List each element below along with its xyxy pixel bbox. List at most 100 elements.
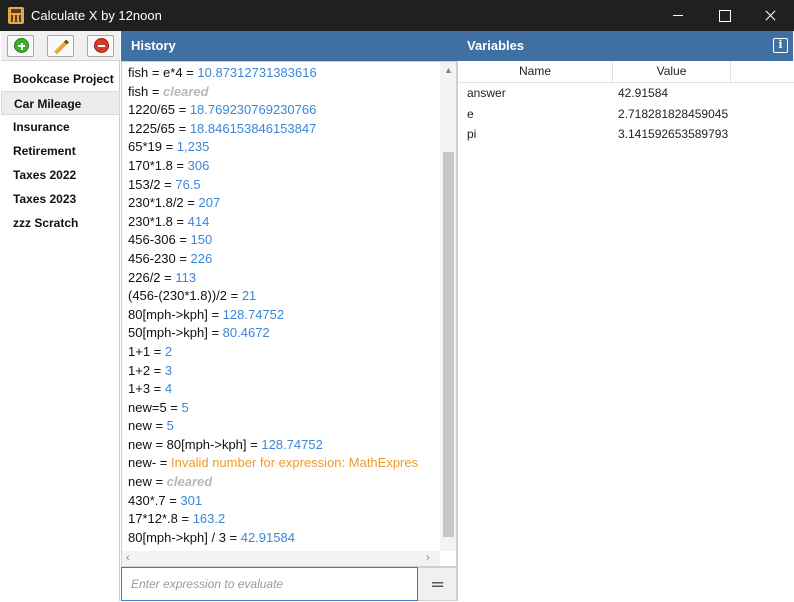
window-title: Calculate X by 12noon <box>31 8 162 23</box>
history-line[interactable]: 153/2 = 76.5 <box>128 176 440 195</box>
add-workspace-button[interactable] <box>7 35 34 57</box>
history-line[interactable]: 1+3 = 4 <box>128 380 440 399</box>
scroll-left-arrow-icon[interactable]: ‹ <box>126 552 130 564</box>
history-line[interactable]: 80[mph->kph] / 3 = 42.91584 <box>128 529 440 548</box>
history-line[interactable]: (456-(230*1.8))/2 = 21 <box>128 287 440 306</box>
title-bar: Calculate X by 12noon <box>0 0 794 31</box>
history-line[interactable]: new- = Invalid number for expression: Ma… <box>128 454 440 473</box>
workspace-item[interactable]: Taxes 2023 <box>1 187 120 211</box>
history-result: 18.846153846153847 <box>189 120 317 136</box>
history-line[interactable]: new = cleared <box>128 473 440 492</box>
vertical-scroll-thumb[interactable] <box>443 152 454 537</box>
history-expression: 80[mph->kph] / 3 = <box>128 529 241 545</box>
column-header-name[interactable]: Name <box>458 61 613 82</box>
history-line[interactable]: 1225/65 = 18.846153846153847 <box>128 120 440 139</box>
history-line[interactable]: 226/2 = 113 <box>128 269 440 288</box>
history-expression: 153/2 = <box>128 176 176 192</box>
variable-name: answer <box>467 86 506 100</box>
equals-icon: = <box>430 574 446 595</box>
history-line[interactable]: 1220/65 = 18.769230769230766 <box>128 101 440 120</box>
history-result: 207 <box>198 195 221 211</box>
history-result: 301 <box>180 492 203 508</box>
history-expression: 1220/65 = <box>128 102 190 118</box>
history-result: cleared <box>163 83 209 99</box>
history-line[interactable]: 65*19 = 1,235 <box>128 138 440 157</box>
history-line[interactable]: new = 5 <box>128 417 440 436</box>
history-line[interactable]: fish = cleared <box>128 83 440 102</box>
history-line[interactable]: fish = e*4 = 10.87312731383616 <box>128 64 440 83</box>
calculator-icon <box>8 7 24 24</box>
history-line[interactable]: new=5 = 5 <box>128 399 440 418</box>
history-expression: 1225/65 = <box>128 120 190 136</box>
history-line[interactable]: 456-230 = 226 <box>128 250 440 269</box>
history-line[interactable]: 50[mph->kph] = 80.4672 <box>128 324 440 343</box>
workspace-item[interactable]: Taxes 2022 <box>1 163 120 187</box>
history-expression: 230*1.8 = <box>128 213 188 229</box>
history-line[interactable]: new = 80[mph->kph] = 128.74752 <box>128 436 440 455</box>
history-line[interactable]: 1+2 = 3 <box>128 362 440 381</box>
column-header-value[interactable]: Value <box>613 61 731 82</box>
expression-input[interactable] <box>122 568 417 600</box>
history-expression: 1+2 = <box>128 362 165 378</box>
history-list[interactable]: fish = e*4 = 10.87312731383616 fish = cle… <box>121 61 457 567</box>
history-line[interactable]: 80[mph->kph] = 128.74752 <box>128 306 440 325</box>
history-line[interactable]: 456-306 = 150 <box>128 231 440 250</box>
history-result: cleared <box>166 474 213 490</box>
scroll-up-arrow-icon[interactable]: ▲ <box>444 65 453 75</box>
history-line[interactable]: 430*.7 = 301 <box>128 492 440 511</box>
workspace-item[interactable]: Car Mileage <box>1 91 120 115</box>
history-header: History <box>121 31 457 61</box>
history-expression: 430*.7 = <box>128 492 181 508</box>
scroll-right-arrow-icon[interactable]: › <box>426 552 430 564</box>
history-vertical-scrollbar[interactable]: ▲ <box>440 62 456 551</box>
variables-header: Variables i <box>457 31 793 61</box>
variable-row[interactable]: pi 3.141592653589793 <box>458 124 794 145</box>
history-result: 4 <box>164 381 173 397</box>
history-result: 76.5 <box>175 176 201 192</box>
history-result: 414 <box>187 213 210 229</box>
history-expression: 226/2 = <box>128 269 176 285</box>
variable-row[interactable]: answer 42.91584 <box>458 83 794 104</box>
history-expression: 456-306 = <box>128 232 191 248</box>
workspace-panel: Bookcase Project Car Mileage Insurance Reti… <box>1 31 120 601</box>
history-line[interactable]: 230*1.8 = 414 <box>128 213 440 232</box>
history-horizontal-scrollbar[interactable]: ‹ › <box>122 551 440 566</box>
history-expression: new = 80[mph->kph] = <box>128 436 262 452</box>
history-line[interactable]: 170*1.8 = 306 <box>128 157 440 176</box>
minimize-button[interactable] <box>655 0 701 31</box>
variables-table-header: Name Value <box>458 61 794 83</box>
history-result: 150 <box>190 232 213 248</box>
history-expression: 50[mph->kph] = <box>128 325 223 341</box>
add-icon <box>14 38 29 53</box>
history-result: 3 <box>164 362 173 378</box>
history-expression: 1+1 = <box>128 343 165 359</box>
evaluate-button[interactable]: = <box>418 567 457 601</box>
history-expression: new- = <box>128 455 171 471</box>
variables-title: Variables <box>467 38 525 53</box>
history-expression: new=5 = <box>128 399 182 415</box>
history-expression: new = <box>128 474 167 490</box>
history-line[interactable]: 230*1.8/2 = 207 <box>128 194 440 213</box>
history-result: 5 <box>181 399 189 415</box>
history-line[interactable]: 1+1 = 2 <box>128 343 440 362</box>
history-result: 5 <box>166 418 174 434</box>
info-icon[interactable]: i <box>773 38 788 53</box>
workspace-item[interactable]: Retirement <box>1 139 120 163</box>
variable-name: e <box>467 106 474 121</box>
maximize-button[interactable] <box>701 0 747 31</box>
history-expression: (456-(230*1.8))/2 = <box>128 288 242 304</box>
workspace-item[interactable]: Insurance <box>1 115 120 139</box>
history-result: 306 <box>187 157 210 173</box>
variable-row[interactable]: e 2.718281828459045 <box>458 104 794 125</box>
pencil-icon <box>54 39 69 55</box>
variable-value: 3.141592653589793 <box>618 127 729 141</box>
close-button[interactable] <box>747 0 793 31</box>
workspace-item[interactable]: zzz Scratch <box>1 211 120 235</box>
history-result: 128.74752 <box>222 306 285 322</box>
delete-workspace-button[interactable] <box>87 35 114 57</box>
history-line[interactable]: 17*12*.8 = 163.2 <box>128 510 440 529</box>
rename-workspace-button[interactable] <box>47 35 74 57</box>
workspace-item[interactable]: Bookcase Project <box>1 67 120 91</box>
history-title: History <box>131 38 176 53</box>
history-result: 1,235 <box>176 139 210 155</box>
